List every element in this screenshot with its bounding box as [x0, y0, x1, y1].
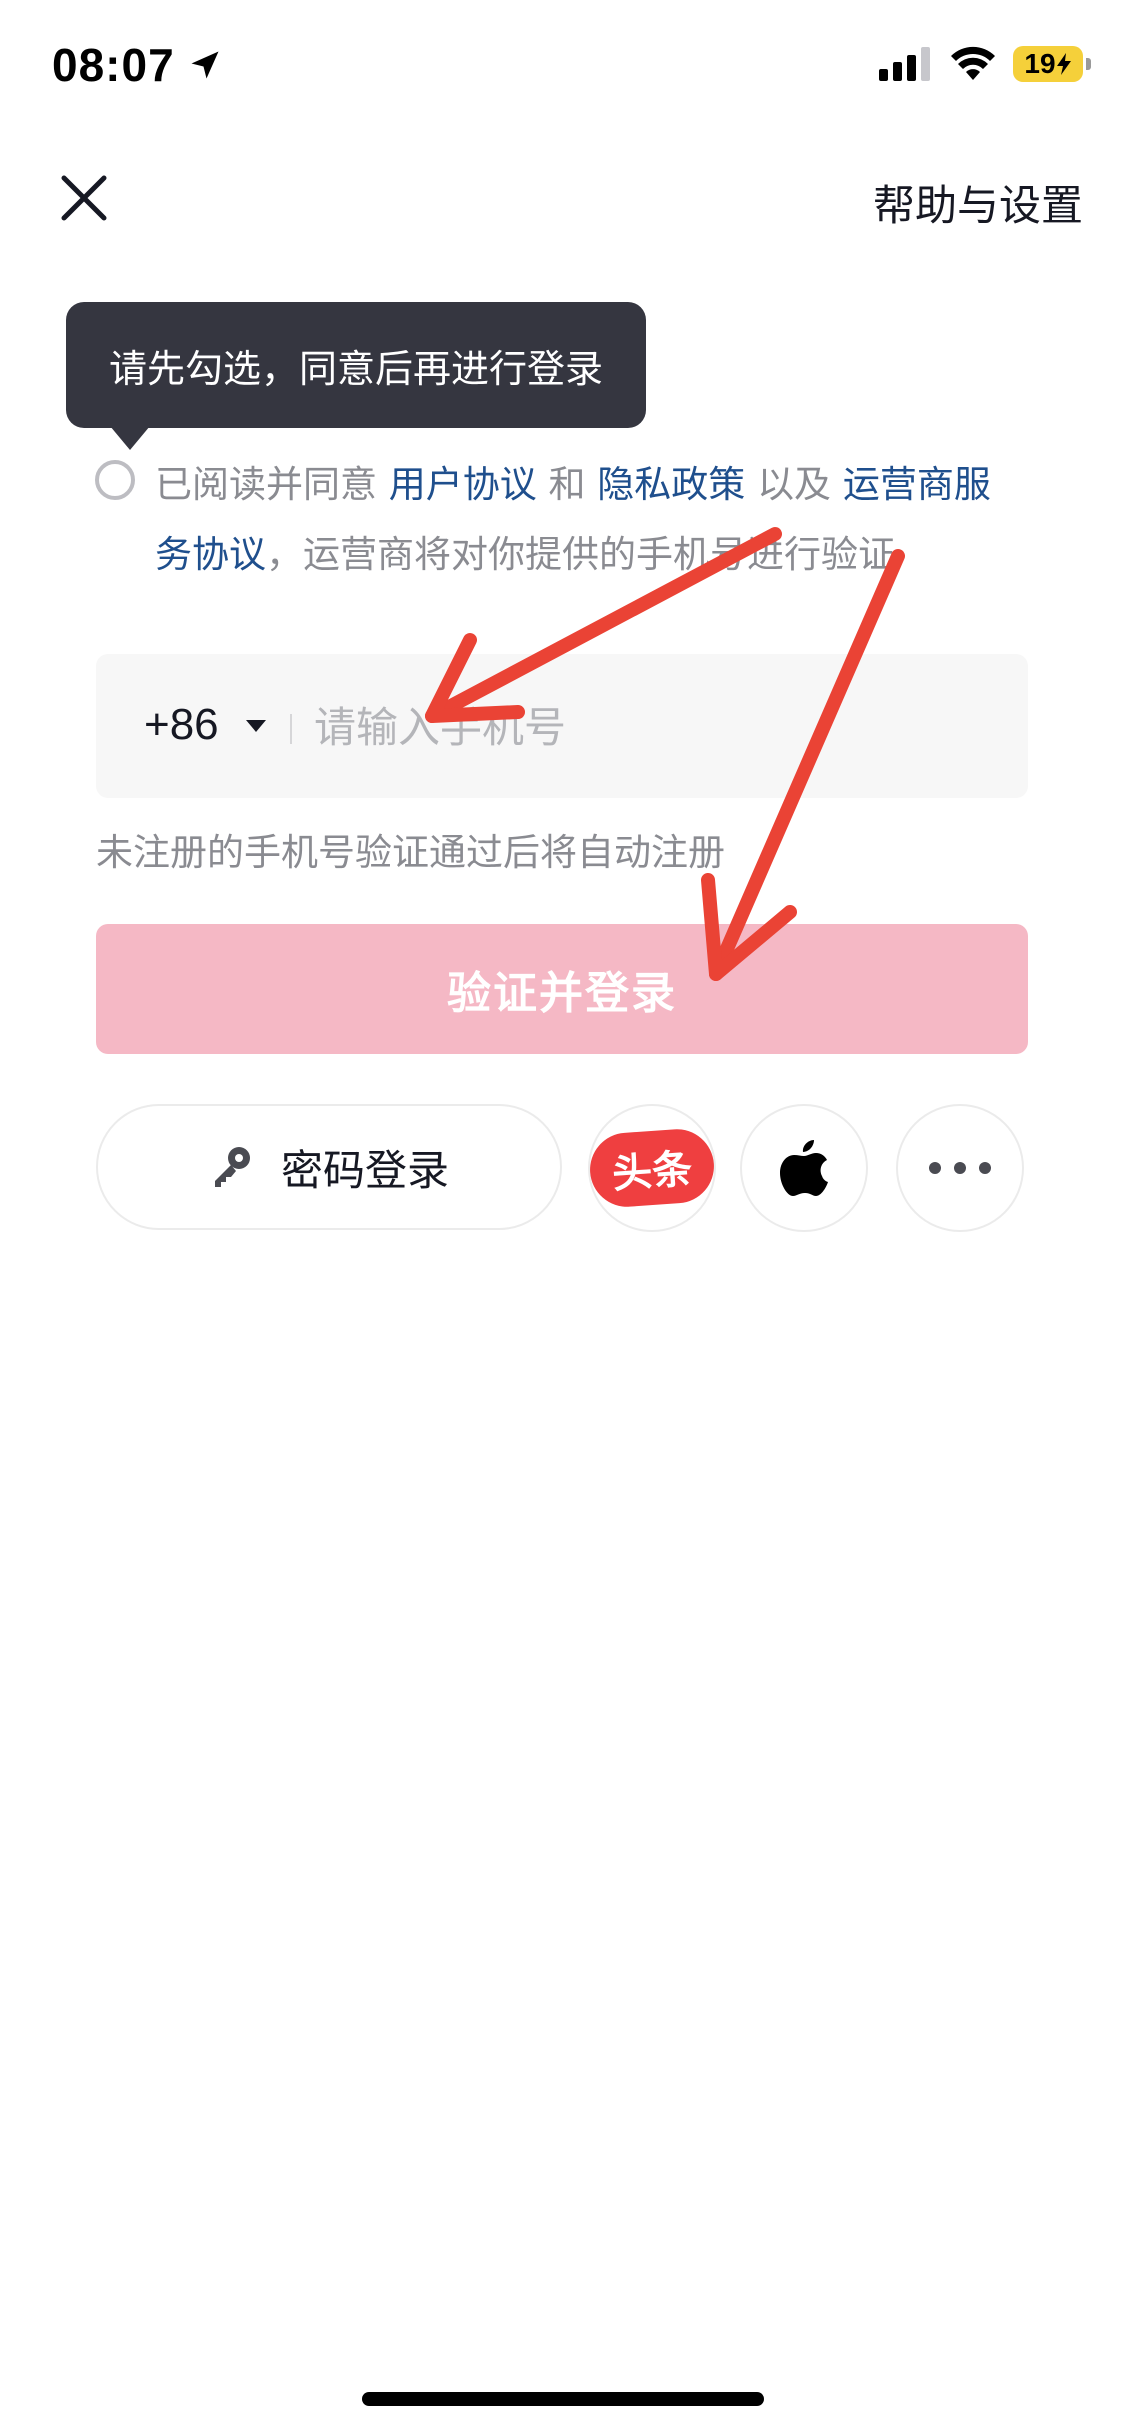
close-icon	[61, 175, 107, 221]
agreement-text: 已阅读并同意 用户协议 和 隐私政策 以及 运营商服务协议，运营商将对你提供的手…	[155, 450, 1025, 590]
location-arrow-icon	[191, 51, 219, 79]
verify-login-button[interactable]: 验证并登录	[96, 924, 1028, 1054]
password-login-button[interactable]: 密码登录	[96, 1104, 562, 1230]
agreement-suffix: ，运营商将对你提供的手机号进行验证	[266, 533, 895, 576]
status-bar-indicators: 19	[879, 46, 1091, 82]
agreement-checkbox[interactable]	[95, 460, 135, 500]
password-login-label: 密码登录	[280, 1145, 449, 1195]
apple-icon	[780, 1140, 828, 1196]
more-login-options-button[interactable]	[896, 1104, 1024, 1232]
close-button[interactable]	[54, 168, 114, 228]
tooltip-text: 请先勾选，同意后再进行登录	[108, 346, 603, 391]
input-divider	[290, 714, 292, 744]
chevron-down-icon[interactable]	[246, 720, 266, 732]
battery-level: 19	[1024, 48, 1056, 79]
help-settings-link[interactable]: 帮助与设置	[873, 172, 1083, 233]
agreement-as-well-as: 以及	[757, 463, 832, 506]
status-bar-time: 08:07	[52, 38, 223, 92]
agreement-tooltip: 请先勾选，同意后再进行登录	[66, 302, 646, 450]
auto-register-hint: 未注册的手机号验证通过后将自动注册	[96, 831, 725, 874]
status-time-text: 08:07	[52, 39, 175, 91]
agreement-prefix: 已阅读并同意	[155, 463, 377, 506]
agreement-and: 和	[548, 463, 586, 506]
key-icon	[214, 1147, 250, 1187]
charging-bolt-icon	[1056, 53, 1071, 75]
toutiao-logo: 头条	[587, 1126, 717, 1210]
country-code-selector[interactable]: +86	[144, 700, 219, 750]
more-icon	[929, 1162, 991, 1174]
cellular-signal-icon	[879, 47, 930, 81]
toutiao-login-button[interactable]: 头条	[587, 1104, 717, 1232]
privacy-policy-link[interactable]: 隐私政策	[597, 463, 745, 506]
apple-login-button[interactable]	[740, 1104, 868, 1232]
home-indicator[interactable]	[362, 2392, 764, 2406]
wifi-icon	[951, 46, 995, 80]
user-agreement-link[interactable]: 用户协议	[389, 463, 537, 506]
phone-number-input[interactable]	[312, 688, 1006, 766]
battery-indicator: 19	[1013, 46, 1091, 82]
